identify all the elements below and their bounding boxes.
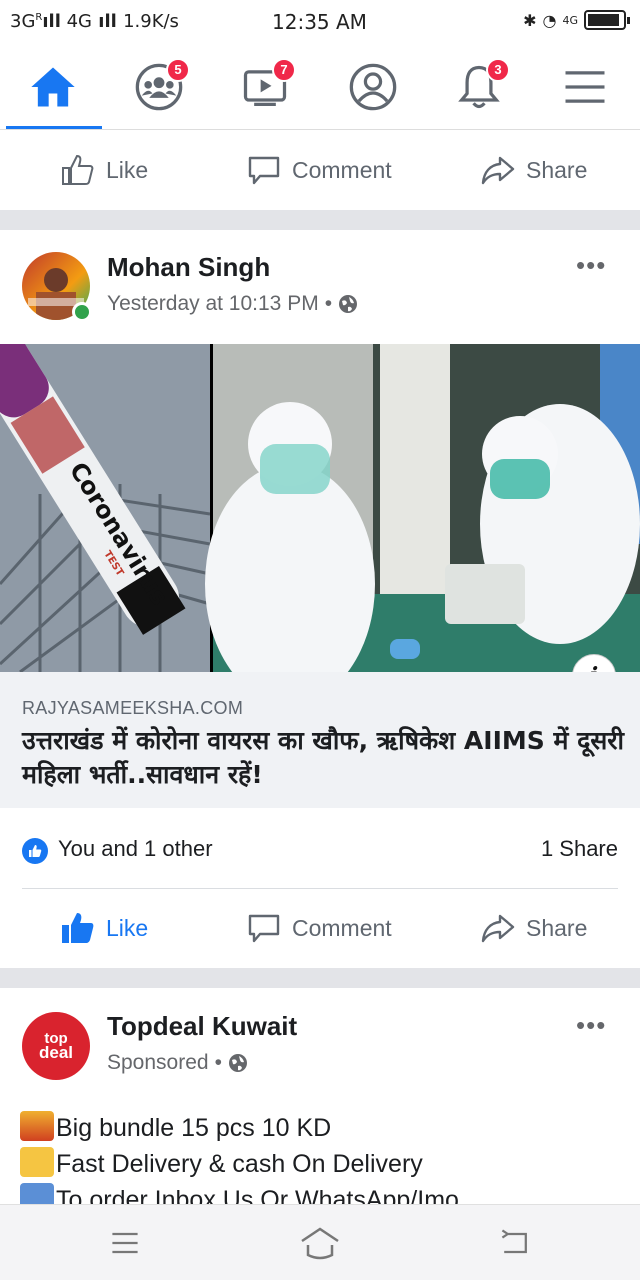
link-title: उत्तराखंड में कोरोना वायरस का खौफ, ऋषिके…	[22, 726, 624, 789]
status-bar: 3GRıll 4G ıll 1.9K/s 12:35 AM ✱ ◔ 4G	[0, 0, 640, 44]
network-type-2: 4G	[66, 11, 93, 32]
scooter-emoji-icon	[20, 1147, 54, 1177]
reactions-label[interactable]: You and 1 other	[58, 836, 213, 862]
sponsor-line-text: Fast Delivery & cash On Delivery	[56, 1150, 423, 1178]
groups-badge: 5	[166, 58, 190, 82]
back-button[interactable]	[493, 1221, 537, 1265]
like-button[interactable]: Like	[60, 131, 148, 209]
signal-icon-2: ıll	[92, 11, 124, 32]
share-icon	[481, 914, 515, 943]
globe-icon	[228, 1054, 247, 1072]
watch-badge: 7	[272, 58, 296, 82]
comment-button[interactable]: Comment	[246, 889, 392, 967]
post-options-button[interactable]: •••	[576, 250, 606, 281]
network-type-3: 4G	[562, 13, 578, 27]
thumbs-up-filled-icon	[62, 913, 94, 943]
clock: 12:35 AM	[272, 10, 367, 34]
like-label: Like	[106, 914, 149, 941]
meta-separator: •	[324, 292, 333, 315]
share-button[interactable]: Share	[480, 889, 587, 967]
fireworks-emoji-icon	[20, 1111, 54, 1141]
post-actions: Like Comment Share	[0, 889, 640, 967]
home-outline-icon	[301, 1227, 339, 1260]
hamburger-menu-icon	[565, 71, 605, 103]
link-domain: RAJYASAMEEKSHA.COM	[22, 698, 244, 718]
nav-watch[interactable]: 7	[212, 44, 318, 130]
network-type: 3G	[10, 11, 36, 32]
back-icon	[501, 1229, 527, 1254]
comment-label: Comment	[292, 156, 392, 183]
battery-icon	[584, 10, 630, 30]
sponsor-line-text: Big bundle 15 pcs 10 KD	[56, 1114, 332, 1142]
sponsor-meta: Sponsored •	[107, 1051, 248, 1075]
sponsor-line: Big bundle 15 pcs 10 KD	[20, 1110, 459, 1146]
sponsored-post-text: Big bundle 15 pcs 10 KD Fast Delivery & …	[20, 1110, 459, 1218]
share-button[interactable]: Share	[480, 131, 587, 209]
sponsored-label[interactable]: Sponsored	[107, 1051, 209, 1075]
sponsor-name[interactable]: Topdeal Kuwait	[107, 1011, 297, 1042]
nav-menu[interactable]	[532, 44, 638, 130]
comment-button[interactable]: Comment	[246, 131, 392, 209]
sponsor-line: Fast Delivery & cash On Delivery	[20, 1146, 459, 1182]
nav-home[interactable]	[0, 44, 106, 130]
like-label: Like	[106, 156, 149, 183]
nav-groups[interactable]: 5	[106, 44, 212, 130]
sponsor-avatar[interactable]: top deal	[22, 1012, 90, 1080]
shares-count[interactable]: 1 Share	[541, 836, 618, 862]
globe-icon	[339, 295, 358, 313]
active-tab-indicator	[6, 126, 102, 129]
news-photo: Coronavirus TEST	[0, 344, 640, 672]
recent-apps-button[interactable]	[103, 1221, 147, 1265]
system-navigation-bar	[0, 1204, 640, 1280]
sponsor-logo-text-bottom: deal	[38, 1043, 74, 1062]
online-status-dot	[72, 302, 92, 322]
reactions-summary: You and 1 other 1 Share	[0, 810, 640, 888]
data-speed: 1.9K/s	[123, 11, 179, 32]
home-nav-button[interactable]	[298, 1221, 342, 1265]
post-meta: Yesterday at 10:13 PM •	[107, 292, 358, 316]
signal-icon: ıll	[42, 11, 61, 32]
alarm-icon: ◔	[542, 10, 557, 30]
home-icon	[31, 67, 75, 107]
nav-profile[interactable]	[320, 44, 426, 130]
bluetooth-icon: ✱	[523, 10, 537, 30]
post-timestamp[interactable]: Yesterday at 10:13 PM	[107, 292, 319, 316]
top-nav-bar: 5 7 3	[0, 44, 640, 130]
thumbs-up-icon	[62, 154, 94, 185]
network-status: 3GRıll 4G ıll 1.9K/s	[10, 11, 179, 32]
like-button-active[interactable]: Like	[60, 889, 148, 967]
meta-separator: •	[214, 1051, 222, 1074]
comment-label: Comment	[292, 914, 392, 941]
comment-icon	[248, 914, 280, 943]
like-reaction-icon	[22, 838, 48, 864]
profile-icon	[349, 63, 397, 111]
nav-notifications[interactable]: 3	[426, 44, 532, 130]
feed-divider	[0, 210, 640, 230]
feed-divider	[0, 968, 640, 988]
sponsor-options-button[interactable]: •••	[576, 1010, 606, 1041]
post-author-name[interactable]: Mohan Singh	[107, 252, 270, 283]
recent-apps-icon	[112, 1232, 138, 1254]
link-preview-caption[interactable]: RAJYASAMEEKSHA.COM उत्तराखंड में कोरोना …	[0, 672, 640, 808]
share-label: Share	[526, 156, 588, 183]
notifications-badge: 3	[486, 58, 510, 82]
link-preview-image[interactable]: Coronavirus TEST	[0, 344, 640, 672]
system-icons: ✱ ◔ 4G	[523, 10, 630, 30]
share-icon	[481, 156, 515, 185]
share-label: Share	[526, 914, 588, 941]
comment-icon	[248, 156, 280, 185]
previous-post-actions: Like Comment Share	[0, 131, 640, 209]
